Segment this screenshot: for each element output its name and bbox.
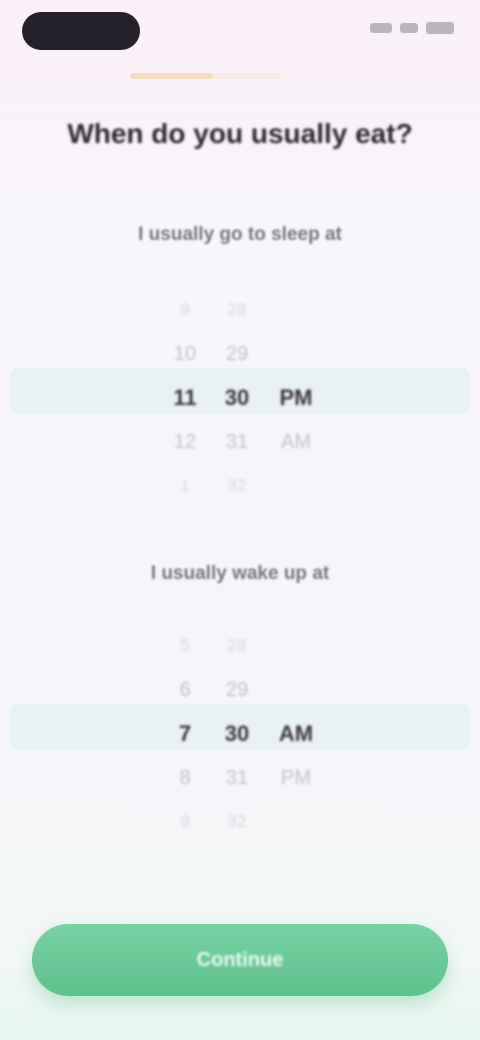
wheel-item[interactable]: 31 bbox=[210, 756, 264, 800]
wheel-item[interactable]: 32 bbox=[210, 464, 264, 508]
sleep-time-label: I usually go to sleep at bbox=[138, 224, 342, 245]
continue-button-label: Continue bbox=[196, 948, 284, 971]
period-wheel[interactable]: PM AM bbox=[268, 288, 324, 508]
status-bar bbox=[0, 0, 480, 64]
wheel-item-selected[interactable]: 30 bbox=[210, 376, 264, 420]
wheel-item[interactable] bbox=[268, 464, 324, 508]
wheel-item[interactable]: 5 bbox=[160, 624, 210, 668]
wheel-item[interactable]: 12 bbox=[160, 420, 210, 464]
hour-wheel[interactable]: 9 10 11 12 1 bbox=[160, 288, 210, 508]
wheel-item[interactable]: 8 bbox=[160, 756, 210, 800]
status-icons bbox=[370, 22, 454, 34]
wheel-item-selected[interactable]: AM bbox=[268, 712, 324, 756]
wheel-item[interactable]: 29 bbox=[210, 332, 264, 376]
sleep-time-picker[interactable]: 9 10 11 12 1 28 29 30 31 32 PM AM bbox=[0, 288, 480, 508]
wheel-item[interactable]: 28 bbox=[210, 624, 264, 668]
wheel-item[interactable] bbox=[268, 800, 324, 844]
hour-wheel[interactable]: 5 6 7 8 9 bbox=[160, 624, 210, 844]
period-wheel[interactable]: AM PM bbox=[268, 624, 324, 844]
wheel-item[interactable]: 9 bbox=[160, 800, 210, 844]
wheel-item[interactable] bbox=[268, 624, 324, 668]
wheel-item[interactable]: 28 bbox=[210, 288, 264, 332]
wheel-item[interactable]: 9 bbox=[160, 288, 210, 332]
wheel-item[interactable]: AM bbox=[268, 420, 324, 464]
battery-icon bbox=[426, 22, 454, 34]
wheel-item[interactable] bbox=[268, 668, 324, 712]
wake-time-picker[interactable]: 5 6 7 8 9 28 29 30 31 32 AM PM bbox=[0, 624, 480, 844]
wifi-icon bbox=[400, 23, 418, 33]
onboarding-progress-bar bbox=[130, 73, 280, 79]
wheel-item[interactable]: 6 bbox=[160, 668, 210, 712]
wheel-item[interactable]: 1 bbox=[160, 464, 210, 508]
progress-fill bbox=[130, 73, 213, 79]
wheel-item[interactable]: 10 bbox=[160, 332, 210, 376]
wheel-item[interactable]: 29 bbox=[210, 668, 264, 712]
dynamic-island bbox=[22, 12, 140, 50]
wheel-item-selected[interactable]: 30 bbox=[210, 712, 264, 756]
wheel-item-selected[interactable]: 11 bbox=[160, 376, 210, 420]
signal-icon bbox=[370, 23, 392, 33]
wheel-item[interactable]: 31 bbox=[210, 420, 264, 464]
wheel-item[interactable]: 32 bbox=[210, 800, 264, 844]
minute-wheel[interactable]: 28 29 30 31 32 bbox=[210, 624, 264, 844]
wheel-item[interactable]: PM bbox=[268, 756, 324, 800]
wake-time-label: I usually wake up at bbox=[150, 563, 330, 584]
continue-button[interactable]: Continue bbox=[32, 924, 448, 996]
minute-wheel[interactable]: 28 29 30 31 32 bbox=[210, 288, 264, 508]
page-title: When do you usually eat? bbox=[67, 118, 413, 149]
wheel-item[interactable] bbox=[268, 288, 324, 332]
wheel-item[interactable] bbox=[268, 332, 324, 376]
wheel-item-selected[interactable]: PM bbox=[268, 376, 324, 420]
wheel-item-selected[interactable]: 7 bbox=[160, 712, 210, 756]
